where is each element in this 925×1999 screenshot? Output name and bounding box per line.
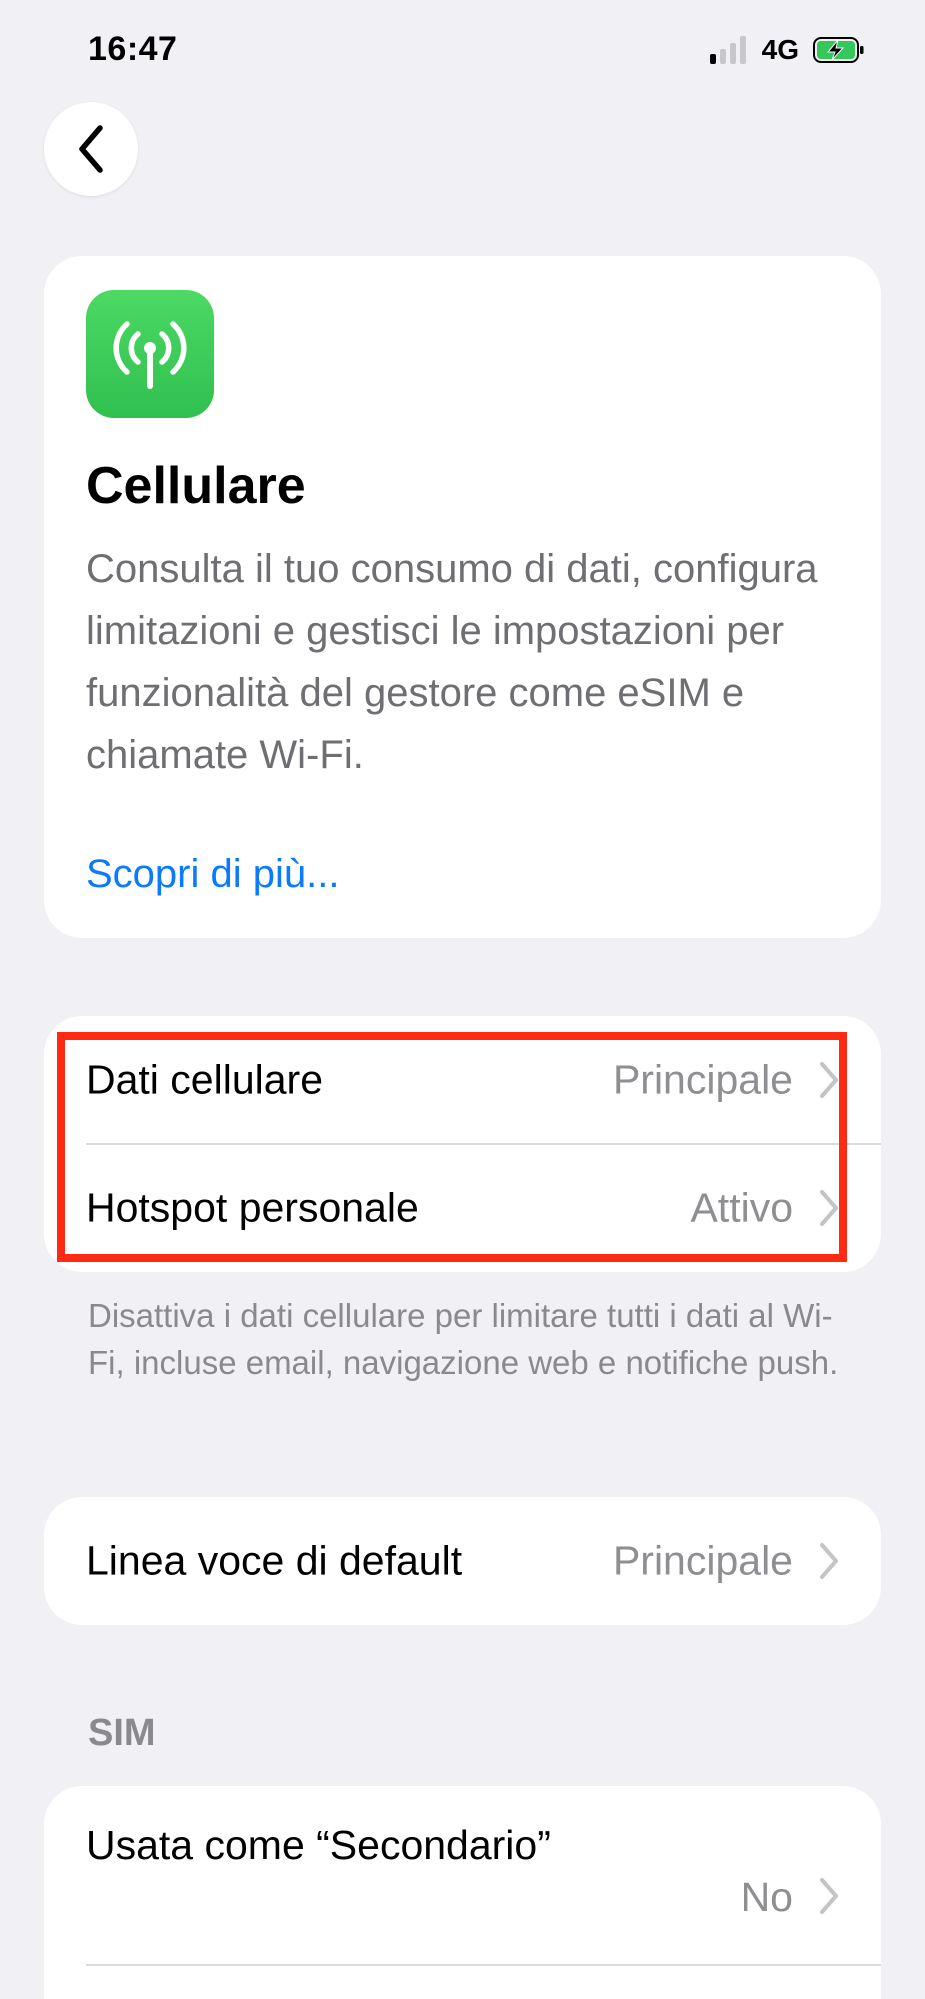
row-value: Attivo	[690, 1184, 793, 1231]
cellular-data-group: Dati cellulare Principale Hotspot person…	[44, 1016, 881, 1272]
page-description: Consulta il tuo consumo di dati, configu…	[86, 547, 818, 777]
row-value: Principale	[612, 1537, 793, 1584]
row-divider	[86, 1964, 881, 1966]
cellular-signal-icon	[709, 36, 746, 64]
section-header-sim: SIM	[88, 1712, 156, 1754]
row-label: Usata come “Secondario”	[86, 1822, 551, 1868]
row-default-voice-line[interactable]: Linea voce di default Principale	[44, 1497, 881, 1625]
cellular-settings-screen: 16:47 4G Cellulare Consulta il tuo consu…	[0, 0, 925, 1999]
antenna-signal-icon	[86, 290, 214, 418]
chevron-right-icon	[820, 1062, 838, 1098]
cellular-data-footnote: Disattiva i dati cellulare per limitare …	[88, 1297, 839, 1381]
chevron-right-icon	[820, 1543, 838, 1579]
chevron-right-icon	[820, 1190, 838, 1226]
learn-more-link[interactable]: Scopri di più...	[86, 852, 339, 897]
chevron-left-icon	[79, 125, 103, 173]
row-value: No	[740, 1874, 793, 1920]
sim-group: Usata come “Secondario” No	[44, 1786, 881, 1999]
chevron-right-icon	[820, 1878, 838, 1914]
row-label: Dati cellulare	[86, 1056, 323, 1103]
row-value: Principale	[612, 1056, 793, 1103]
row-label: Linea voce di default	[86, 1537, 463, 1584]
network-type-label: 4G	[761, 34, 799, 65]
row-personal-hotspot[interactable]: Hotspot personale Attivo	[44, 1144, 881, 1272]
status-indicators: 4G	[709, 34, 865, 66]
row-cellular-data[interactable]: Dati cellulare Principale	[44, 1016, 881, 1144]
voice-line-group: Linea voce di default Principale	[44, 1497, 881, 1625]
page-title: Cellulare	[86, 457, 306, 515]
status-bar: 16:47 4G	[0, 0, 925, 100]
status-time: 16:47	[88, 30, 178, 68]
row-label: Hotspot personale	[86, 1184, 419, 1231]
header-card: Cellulare Consulta il tuo consumo di dat…	[44, 256, 881, 938]
battery-charging-icon	[813, 37, 864, 63]
row-sim-secondary[interactable]: Usata come “Secondario” No	[44, 1786, 881, 1964]
back-button[interactable]	[44, 102, 138, 196]
